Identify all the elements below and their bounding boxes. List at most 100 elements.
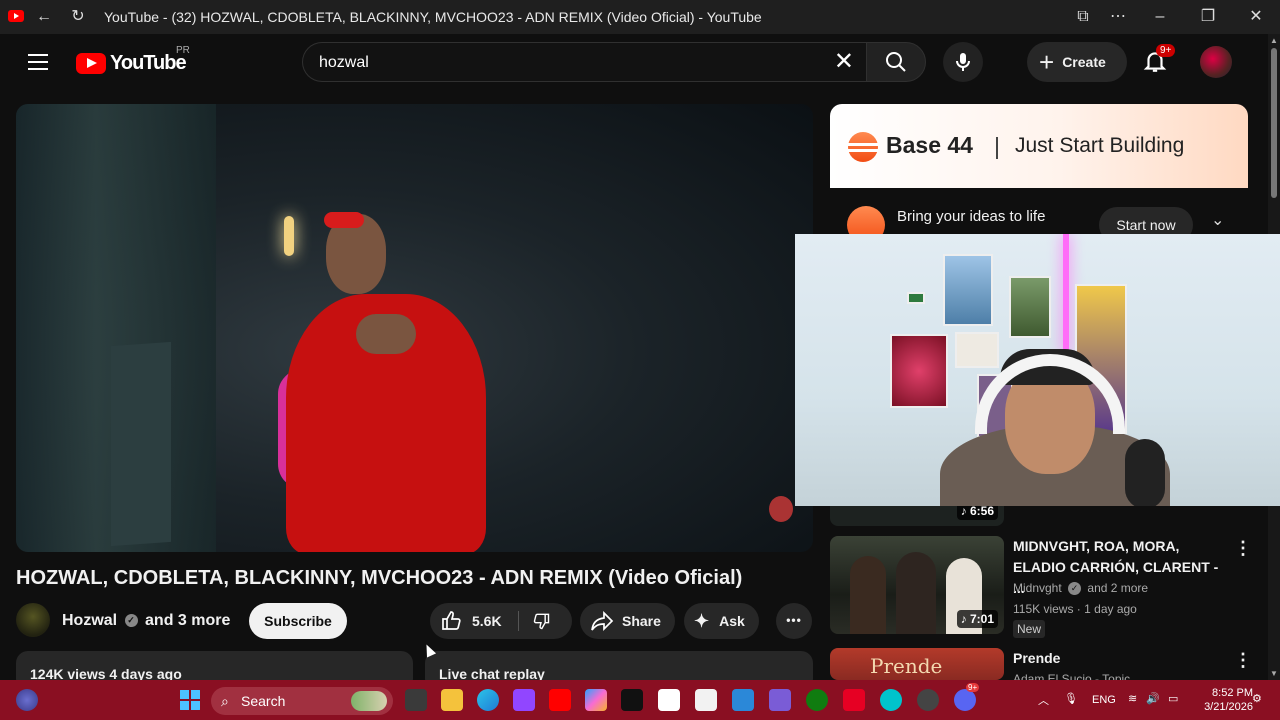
video-title: HOZWAL, CDOBLETA, BLACKINNY, MVCHOO23 - … bbox=[16, 567, 743, 589]
search-icon bbox=[886, 52, 906, 72]
thumbs-down-icon[interactable] bbox=[530, 611, 552, 631]
youtube-logo[interactable]: YouTube PR bbox=[76, 45, 190, 75]
windows-start-icon[interactable] bbox=[179, 689, 201, 711]
clear-search-icon[interactable]: ✕ bbox=[834, 49, 854, 75]
poster-4 bbox=[955, 332, 999, 368]
gmail-icon[interactable] bbox=[658, 689, 680, 711]
thumbnail-person-1 bbox=[850, 556, 886, 634]
search-icon: ⌕ bbox=[221, 693, 229, 709]
related-thumbnail-3[interactable]: Prende bbox=[830, 648, 1004, 680]
microphone-icon bbox=[956, 53, 970, 71]
channel-avatar[interactable] bbox=[16, 603, 50, 637]
ad-card[interactable]: Base 44 Just Start Building Bring your i… bbox=[830, 104, 1248, 254]
related-title-3[interactable]: Prende bbox=[1013, 648, 1228, 669]
canva-icon[interactable] bbox=[880, 689, 902, 711]
collab-count[interactable]: and 3 more bbox=[145, 612, 230, 629]
menu-icon[interactable] bbox=[28, 54, 48, 70]
app-icon[interactable] bbox=[769, 689, 791, 711]
volume-icon[interactable]: 🔊 bbox=[1146, 692, 1160, 705]
ad-tagline: Just Start Building bbox=[1015, 134, 1185, 157]
widget-icon[interactable] bbox=[16, 689, 38, 711]
twitch-icon[interactable] bbox=[513, 689, 535, 711]
like-button[interactable]: 5.6K bbox=[440, 603, 502, 639]
logo-wordmark: YouTube bbox=[110, 51, 187, 74]
file-explorer-icon[interactable] bbox=[441, 689, 463, 711]
xbox-icon[interactable] bbox=[806, 689, 828, 711]
subscribe-button[interactable]: Subscribe bbox=[249, 603, 347, 639]
tiktok-icon[interactable] bbox=[621, 689, 643, 711]
country-code: PR bbox=[176, 45, 190, 56]
browser-menu-icon[interactable]: ⋯ bbox=[1108, 7, 1128, 27]
scrollbar-thumb[interactable] bbox=[1271, 48, 1277, 198]
back-arrow-icon[interactable]: ← bbox=[34, 7, 54, 27]
search-query: hozwal bbox=[319, 54, 369, 71]
related-channel-row-2[interactable]: Midnvght ✓ and 2 more bbox=[1013, 581, 1148, 596]
poster-3 bbox=[890, 334, 948, 408]
search-input[interactable]: hozwal ✕ bbox=[302, 42, 866, 82]
scroll-down-icon[interactable]: ▼ bbox=[1270, 669, 1278, 678]
create-button[interactable]: + Create bbox=[1027, 42, 1127, 82]
edge-icon[interactable] bbox=[477, 689, 499, 711]
related-duration-2: ♪ 7:01 bbox=[956, 610, 998, 628]
notifications-button[interactable]: 9+ bbox=[1142, 44, 1176, 78]
related-thumbnail-2[interactable]: ♪ 7:01 bbox=[830, 536, 1004, 634]
video-frame-cap bbox=[324, 212, 364, 228]
channel-name-row[interactable]: Hozwal ✓ and 3 more bbox=[62, 612, 230, 630]
app-available-icon[interactable]: ⧉ bbox=[1073, 7, 1093, 27]
obs-icon[interactable] bbox=[917, 689, 939, 711]
kebab-menu-icon[interactable]: ⋮ bbox=[1234, 650, 1252, 671]
ad-headline: Bring your ideas to life bbox=[897, 208, 1046, 225]
reload-icon[interactable]: ↻ bbox=[68, 7, 88, 27]
clock-date: 3/21/2026 bbox=[1204, 701, 1253, 713]
youtube-favicon-icon bbox=[8, 10, 24, 22]
discord-badge: 9+ bbox=[966, 683, 980, 692]
related-channel-3[interactable]: Adam El Sucio - Topic bbox=[1013, 672, 1130, 680]
new-badge: New bbox=[1013, 620, 1046, 638]
ad-banner[interactable]: Base 44 Just Start Building bbox=[830, 104, 1248, 188]
language-indicator[interactable]: ENG bbox=[1092, 694, 1116, 706]
restore-icon[interactable]: ❐ bbox=[1198, 7, 1218, 27]
related-channel-2[interactable]: Midnvght bbox=[1013, 581, 1062, 595]
ask-button[interactable]: ✦ Ask bbox=[684, 603, 759, 639]
channel-name[interactable]: Hozwal bbox=[62, 612, 117, 629]
discord-icon[interactable]: 9+ bbox=[954, 683, 980, 711]
kebab-menu-icon[interactable]: ⋮ bbox=[1234, 538, 1252, 559]
tab-title: YouTube - (32) HOZWAL, CDOBLETA, BLACKIN… bbox=[104, 9, 762, 25]
thumbs-up-icon bbox=[442, 611, 461, 630]
windows-taskbar: ⌕ Search 9+ ︿ 🎙 ENG ≋ 🔊 ▭ 8:52 PM 3/21/2… bbox=[0, 680, 1280, 720]
like-dislike-group: 5.6K bbox=[430, 603, 572, 639]
tray-chevron-icon[interactable]: ︿ bbox=[1038, 692, 1049, 708]
battery-icon[interactable]: ▭ bbox=[1168, 692, 1178, 705]
taskbar-search-label: Search bbox=[241, 693, 286, 709]
share-button[interactable]: Share bbox=[580, 603, 675, 639]
tray-mic-icon[interactable]: 🎙 bbox=[1064, 692, 1078, 705]
thumbnail-person-2 bbox=[896, 552, 936, 634]
video-player[interactable] bbox=[16, 104, 813, 552]
store-icon[interactable] bbox=[732, 689, 754, 711]
tray-clock[interactable]: 8:52 PM 3/21/2026 bbox=[1195, 686, 1253, 714]
verified-icon: ✓ bbox=[124, 614, 138, 628]
task-view-icon[interactable] bbox=[405, 689, 427, 711]
capcut-icon[interactable] bbox=[695, 689, 717, 711]
pinterest-icon[interactable] bbox=[843, 689, 865, 711]
chevron-down-icon[interactable]: ⌄ bbox=[1211, 210, 1224, 230]
wifi-icon[interactable]: ≋ bbox=[1128, 692, 1137, 705]
minimize-icon[interactable]: – bbox=[1150, 7, 1170, 27]
video-frame-window bbox=[111, 341, 171, 547]
notification-center-icon[interactable]: ⚙ bbox=[1252, 692, 1262, 705]
related-collab-2[interactable]: and 2 more bbox=[1087, 581, 1148, 595]
voice-search-button[interactable] bbox=[943, 42, 983, 82]
more-actions-button[interactable]: ••• bbox=[776, 603, 812, 639]
scroll-up-icon[interactable]: ▲ bbox=[1270, 36, 1278, 45]
channel-watermark-icon[interactable] bbox=[769, 496, 793, 522]
sticker bbox=[907, 292, 925, 304]
thumbnail-3-lettering: Prende bbox=[870, 654, 943, 678]
account-avatar[interactable] bbox=[1200, 46, 1232, 78]
poster-2 bbox=[1009, 276, 1051, 338]
close-window-icon[interactable]: ✕ bbox=[1246, 7, 1266, 27]
youtube-app-icon[interactable] bbox=[549, 689, 571, 711]
share-icon bbox=[591, 610, 614, 632]
taskbar-search[interactable]: ⌕ Search bbox=[211, 687, 393, 715]
search-button[interactable] bbox=[866, 42, 926, 82]
copilot-icon[interactable] bbox=[585, 689, 607, 711]
